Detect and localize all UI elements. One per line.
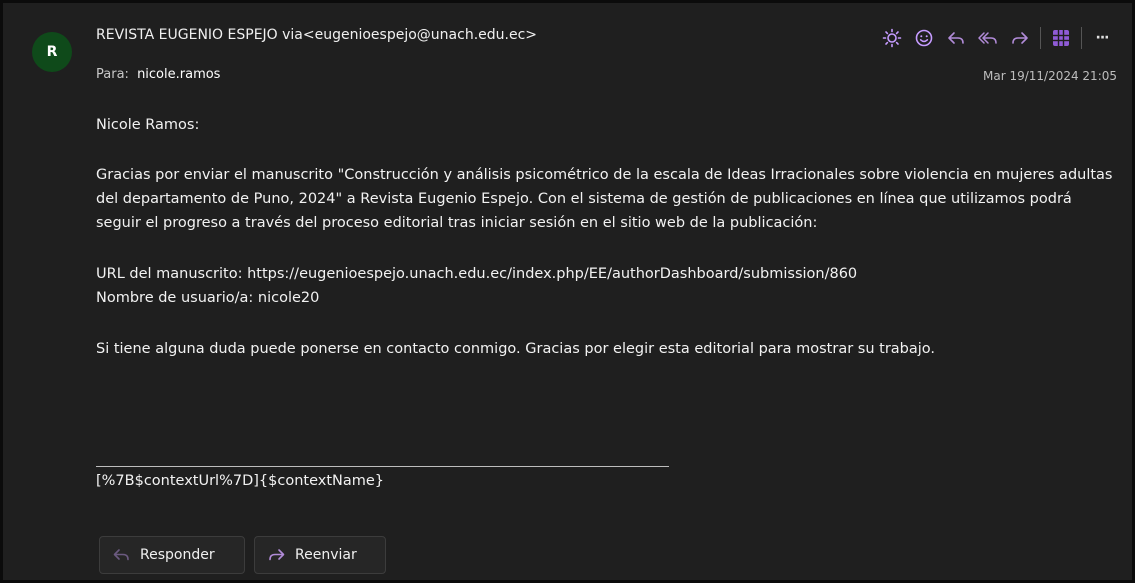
recipient-line: Para: nicole.ramos [96,67,220,82]
message-toolbar: ··· [876,23,1118,53]
more-label: ··· [1095,30,1110,46]
recipient-name[interactable]: nicole.ramos [137,67,220,82]
avatar-letter: R [46,44,58,60]
more-icon[interactable]: ··· [1086,23,1118,53]
greeting: Nicole Ramos: [96,117,200,133]
signature-text: [%7B$contextUrl%7D]{$contextName} [96,473,385,489]
sun-icon[interactable] [876,23,908,53]
closing-paragraph: Si tiene alguna duda puede ponerse en co… [96,341,936,357]
forward-button[interactable]: Reenviar [254,536,386,574]
toolbar-separator [1040,27,1041,49]
reply-label: Responder [140,547,215,563]
main-paragraph: Gracias por enviar el manuscrito "Constr… [96,167,1113,231]
forward-icon[interactable] [1004,23,1036,53]
sender-avatar[interactable]: R [32,32,72,72]
grid-icon[interactable] [1045,23,1077,53]
reply-all-icon[interactable] [972,23,1004,53]
reply-icon [113,549,129,561]
manuscript-url-line[interactable]: URL del manuscrito: https://eugenioespej… [96,262,1116,286]
to-label: Para: [96,67,129,82]
reply-icon[interactable] [940,23,972,53]
emoji-icon[interactable] [908,23,940,53]
message-body: Nicole Ramos: Gracias por enviar el manu… [96,113,1116,361]
forward-icon [269,549,285,561]
username-line: Nombre de usuario/a: nicole20 [96,290,320,306]
message-date: Mar 19/11/2024 21:05 [982,69,1117,83]
reply-button[interactable]: Responder [99,536,245,574]
forward-label: Reenviar [295,547,357,563]
email-reading-pane: R REVISTA EUGENIO ESPEJO via<eugenioespe… [0,0,1135,583]
sender-name[interactable]: REVISTA EUGENIO ESPEJO via<eugenioespejo… [96,27,537,43]
toolbar-separator [1081,27,1082,49]
signature-divider [96,466,669,467]
